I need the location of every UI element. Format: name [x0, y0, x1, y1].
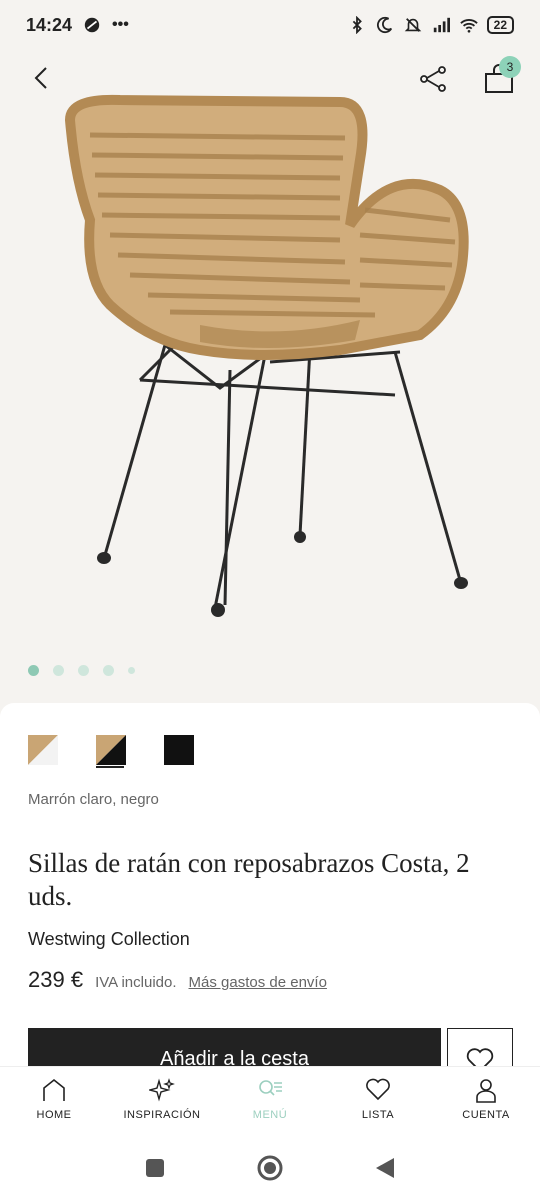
product-brand[interactable]: Westwing Collection: [28, 929, 190, 950]
sparkle-icon: [149, 1078, 175, 1102]
share-icon[interactable]: [418, 64, 448, 94]
menu-search-icon: [259, 1080, 282, 1096]
do-not-disturb-icon: [376, 16, 392, 34]
heart-icon: [366, 1078, 390, 1101]
app-notification-icon: [84, 17, 100, 33]
product-title: Sillas de ratán con reposabrazos Costa, …: [28, 848, 470, 911]
gallery-dot[interactable]: [103, 665, 114, 676]
nav-home[interactable]: HOME: [0, 1067, 108, 1135]
cart-count-badge: 3: [499, 56, 521, 78]
nav-label: INSPIRACIÓN: [123, 1109, 201, 1121]
more-notifications-icon: •••: [112, 16, 129, 33]
status-time: 14:24: [26, 14, 73, 35]
nav-list[interactable]: LISTA: [324, 1067, 432, 1135]
battery-indicator: 22: [486, 16, 514, 34]
nav-account[interactable]: CUENTA: [432, 1067, 540, 1135]
back-button-icon[interactable]: [374, 1156, 396, 1180]
gallery-dot[interactable]: [28, 665, 39, 676]
bottom-navigation: HOME INSPIRACIÓN MENÚ LISTA CUENTA: [0, 1067, 540, 1135]
gallery-dot[interactable]: [53, 665, 64, 676]
nav-inspiration[interactable]: INSPIRACIÓN: [108, 1067, 216, 1135]
recents-icon[interactable]: [144, 1157, 166, 1179]
product-price: 239 €: [28, 967, 84, 992]
swatch-black[interactable]: [164, 735, 194, 765]
swatch-tan-black[interactable]: [96, 735, 126, 765]
nav-menu[interactable]: MENÚ: [216, 1067, 324, 1135]
status-bar: 14:24 ••• 22: [0, 0, 540, 50]
gallery-dot[interactable]: [78, 665, 89, 676]
bluetooth-icon: [352, 16, 362, 34]
gallery-dot[interactable]: [128, 667, 135, 674]
system-navigation-bar: [0, 1135, 540, 1200]
home-button-icon[interactable]: [256, 1154, 284, 1182]
gallery-pagination[interactable]: [28, 665, 135, 676]
selected-swatch-indicator: [96, 766, 124, 768]
nav-label: HOME: [36, 1109, 72, 1121]
wifi-icon: [459, 19, 478, 33]
shipping-costs-link[interactable]: Más gastos de envío: [189, 974, 327, 991]
price-row: 239 € IVA incluido. Más gastos de envío: [28, 967, 327, 993]
nav-label: CUENTA: [462, 1109, 510, 1121]
color-swatches: [28, 735, 194, 765]
swatch-tan-white[interactable]: [28, 735, 58, 765]
vat-note: IVA incluido.: [95, 974, 177, 991]
nav-label: MENÚ: [252, 1109, 288, 1121]
mute-icon: [404, 18, 421, 32]
selected-color-label: Marrón claro, negro: [28, 791, 159, 808]
signal-icon: [433, 17, 450, 33]
product-image-gallery[interactable]: [0, 50, 540, 700]
user-icon: [476, 1079, 496, 1103]
product-image: [64, 94, 469, 617]
nav-label: LISTA: [361, 1109, 395, 1121]
home-icon: [43, 1078, 65, 1101]
back-icon[interactable]: [28, 62, 58, 94]
